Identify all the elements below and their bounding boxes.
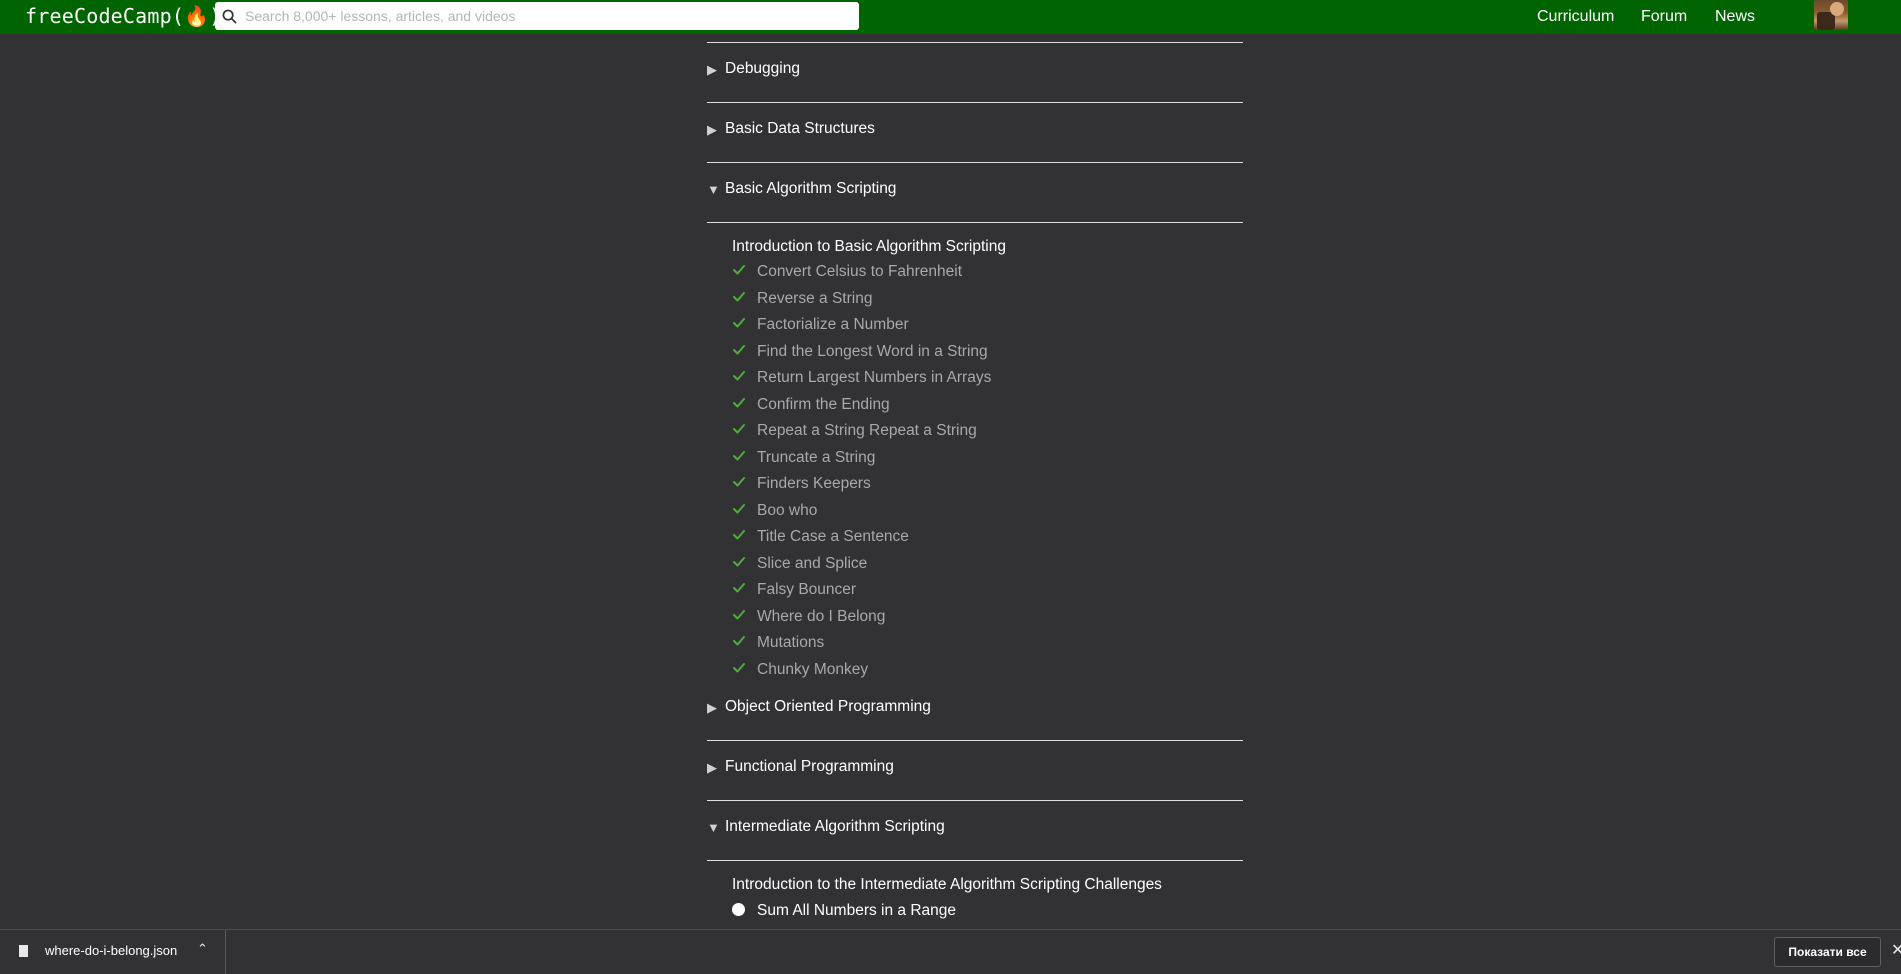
check-icon	[733, 583, 745, 593]
download-bar: where-do-i-belong.json ⌃ Показати все ✕	[0, 929, 1901, 974]
download-file-name: where-do-i-belong.json	[45, 943, 178, 958]
block-basic-algorithm-scripting: ▼ Basic Algorithm Scripting Introduction…	[707, 163, 1243, 683]
avatar[interactable]	[1814, 0, 1848, 30]
check-icon	[733, 450, 745, 460]
check-icon	[733, 636, 745, 646]
check-icon	[733, 291, 745, 301]
block-object-oriented-programming: ▶ Object Oriented Programming	[707, 681, 1243, 741]
check-icon	[733, 662, 745, 672]
search-bar[interactable]	[215, 2, 859, 30]
block-title: Basic Data Structures	[725, 120, 875, 137]
block-debugging: ▶ Debugging	[707, 43, 1243, 103]
block-intro-link[interactable]: Introduction to Basic Algorithm Scriptin…	[732, 237, 1006, 257]
check-icon	[733, 424, 745, 434]
file-icon	[19, 945, 28, 957]
check-icon	[733, 371, 745, 381]
check-icon	[733, 477, 745, 487]
block-title: Basic Algorithm Scripting	[725, 180, 897, 197]
check-icon	[733, 265, 745, 275]
incomplete-circle-icon	[732, 903, 745, 916]
block-header-object-oriented-programming[interactable]: ▶ Object Oriented Programming	[707, 681, 1243, 741]
block-header-functional-programming[interactable]: ▶ Functional Programming	[707, 741, 1243, 801]
challenge-label: Mutations	[757, 634, 825, 651]
top-navbar: freeCodeCamp(🔥) Curriculum Forum News	[0, 0, 1901, 34]
block-title: Object Oriented Programming	[725, 698, 931, 715]
nav-link-news[interactable]: News	[1715, 7, 1755, 27]
block-basic-data-structures: ▶ Basic Data Structures	[707, 103, 1243, 163]
challenge-label: Find the Longest Word in a String	[757, 342, 988, 360]
block-title: Debugging	[725, 60, 800, 77]
challenge-label: Chunky Monkey	[757, 660, 869, 678]
caret-down-icon: ▼	[707, 820, 720, 835]
block-title: Functional Programming	[725, 758, 894, 775]
flame-icon: 🔥	[184, 4, 210, 28]
check-icon	[733, 344, 745, 354]
search-icon	[222, 9, 237, 23]
nav-link-forum[interactable]: Forum	[1641, 7, 1687, 27]
challenge-label: Falsy Bouncer	[757, 581, 857, 598]
challenge-label: Return Largest Numbers in Arrays	[757, 369, 992, 386]
check-icon	[733, 609, 745, 619]
caret-right-icon: ▶	[707, 760, 717, 775]
caret-down-icon: ▼	[707, 182, 720, 197]
challenge-label: Title Case a Sentence	[757, 528, 909, 545]
challenge-label: Factorialize a Number	[757, 316, 909, 333]
block-header-basic-data-structures[interactable]: ▶ Basic Data Structures	[707, 103, 1243, 163]
challenge-label: Where do I Belong	[757, 607, 886, 625]
download-item[interactable]: where-do-i-belong.json ⌃	[0, 930, 226, 974]
block-header-basic-algorithm-scripting[interactable]: ▼ Basic Algorithm Scripting	[707, 163, 1243, 223]
nav-link-curriculum[interactable]: Curriculum	[1537, 7, 1614, 27]
challenge-label: Truncate a String	[757, 448, 876, 466]
check-icon	[733, 503, 745, 513]
block-header-intermediate-algorithm-scripting[interactable]: ▼ Intermediate Algorithm Scripting	[707, 801, 1243, 861]
freecodecamp-logo[interactable]: freeCodeCamp(🔥)	[25, 2, 222, 30]
caret-right-icon: ▶	[707, 62, 717, 77]
challenge-label: Convert Celsius to Fahrenheit	[757, 263, 963, 280]
chevron-up-icon[interactable]: ⌃	[197, 941, 208, 957]
check-icon	[733, 318, 745, 328]
challenge-label: Confirm the Ending	[757, 395, 890, 413]
challenge-label: Reverse a String	[757, 289, 873, 307]
check-icon	[733, 397, 745, 407]
block-title: Intermediate Algorithm Scripting	[725, 818, 945, 835]
check-icon	[733, 530, 745, 540]
block-functional-programming: ▶ Functional Programming	[707, 741, 1243, 801]
caret-right-icon: ▶	[707, 700, 717, 715]
close-icon[interactable]: ✕	[1891, 942, 1901, 960]
block-intermediate-algorithm-scripting: ▼ Intermediate Algorithm Scripting Intro…	[707, 801, 1243, 929]
logo-text: freeCodeCamp(	[25, 4, 185, 28]
block-intro-link[interactable]: Introduction to the Intermediate Algorit…	[732, 875, 1162, 895]
caret-right-icon: ▶	[707, 122, 717, 137]
challenge-label: Finders Keepers	[757, 475, 871, 492]
check-icon	[733, 556, 745, 566]
challenge-label: Sum All Numbers in a Range	[757, 902, 957, 919]
challenge-label: Slice and Splice	[757, 554, 868, 572]
search-input[interactable]	[243, 7, 847, 25]
block-header-debugging[interactable]: ▶ Debugging	[707, 43, 1243, 103]
challenge-label: Repeat a String Repeat a String	[757, 422, 977, 439]
show-all-button[interactable]: Показати все	[1774, 937, 1881, 967]
challenge-label: Boo who	[757, 501, 818, 519]
